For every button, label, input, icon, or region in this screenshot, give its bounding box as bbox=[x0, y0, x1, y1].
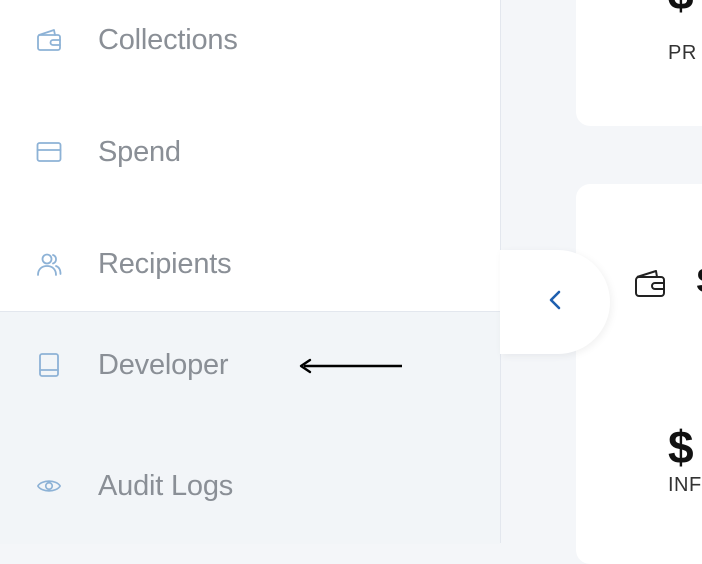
card-caption: PR bbox=[668, 42, 697, 64]
card-icon bbox=[36, 139, 62, 165]
sidebar-item-recipients[interactable]: Recipients bbox=[36, 244, 232, 284]
collapse-sidebar-button[interactable] bbox=[500, 250, 610, 354]
card-caption: INF bbox=[668, 474, 702, 496]
chevron-left-icon bbox=[547, 289, 563, 316]
balance-card-top: $ PR bbox=[576, 0, 702, 126]
eye-icon bbox=[36, 473, 62, 499]
sidebar-item-label: Recipients bbox=[98, 247, 232, 280]
sidebar-item-label: Developer bbox=[98, 348, 229, 381]
currency-symbol: $ bbox=[668, 0, 694, 20]
users-icon bbox=[36, 251, 62, 277]
sidebar-item-label: Collections bbox=[98, 23, 238, 56]
card-title: S bbox=[696, 262, 702, 301]
sidebar-item-spend[interactable]: Spend bbox=[36, 132, 181, 172]
sidebar-item-developer[interactable]: Developer bbox=[36, 345, 229, 385]
sidebar-item-label: Audit Logs bbox=[98, 469, 234, 502]
sidebar: Collections Spend Recipients Developer A… bbox=[0, 0, 501, 544]
sidebar-item-audit-logs[interactable]: Audit Logs bbox=[36, 466, 233, 506]
sidebar-item-label: Spend bbox=[98, 135, 181, 168]
sidebar-item-collections[interactable]: Collections bbox=[36, 20, 238, 60]
book-icon bbox=[36, 352, 62, 378]
wallet-icon bbox=[634, 268, 666, 303]
wallet-icon bbox=[36, 27, 62, 53]
wallet-card: S $ INF bbox=[576, 184, 702, 564]
currency-symbol: $ bbox=[668, 421, 694, 473]
annotation-arrow-icon bbox=[299, 358, 402, 374]
